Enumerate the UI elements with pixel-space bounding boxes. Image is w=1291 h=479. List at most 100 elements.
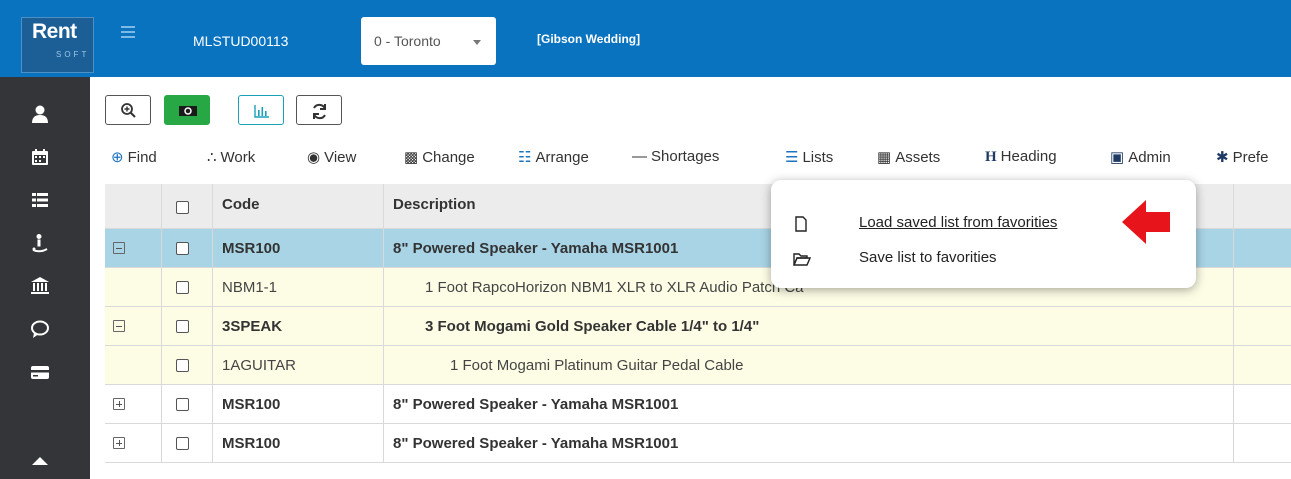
menu-shortages-label: Shortages	[651, 148, 720, 165]
row-description: 8" Powered Speaker - Yamaha MSR1001	[393, 396, 679, 413]
person-dolly-icon[interactable]	[30, 233, 50, 253]
chart-button[interactable]	[238, 95, 284, 125]
menu-admin-label: Admin	[1128, 149, 1171, 166]
list-icon: ☰	[785, 149, 799, 166]
col-divider	[383, 268, 384, 307]
col-divider	[1233, 385, 1234, 424]
collapse-toggle-icon[interactable]	[113, 242, 125, 254]
gear-icon: ✱	[1216, 149, 1229, 166]
menu-preferences[interactable]: ✱ Prefe	[1216, 148, 1268, 166]
col-divider	[212, 385, 213, 424]
col-divider	[383, 184, 384, 229]
table-row[interactable]: 1AGUITAR 1 Foot Mogami Platinum Guitar P…	[105, 346, 1291, 385]
menu-view[interactable]: ◉ View	[307, 148, 356, 166]
row-description: 1 Foot Mogami Platinum Guitar Pedal Cabl…	[450, 357, 744, 374]
job-name[interactable]: [Gibson Wedding]	[537, 32, 640, 46]
row-code: NBM1-1	[222, 279, 278, 296]
row-code: 1AGUITAR	[222, 357, 296, 374]
menu-view-label: View	[324, 149, 357, 166]
col-divider	[1233, 424, 1234, 463]
menu-assets[interactable]: ▦ Assets	[877, 148, 940, 166]
minus-icon: —	[632, 148, 647, 165]
row-checkbox[interactable]	[176, 359, 189, 372]
money-icon	[179, 106, 197, 116]
lock-icon: ▣	[1110, 149, 1125, 166]
row-checkbox[interactable]	[176, 281, 189, 294]
save-list-item[interactable]: Save list to favorities	[771, 245, 1196, 275]
eye-icon: ◉	[307, 149, 321, 166]
col-divider	[1233, 307, 1234, 346]
menu-work[interactable]: ∴ Work	[207, 148, 255, 166]
col-divider	[383, 424, 384, 463]
col-divider	[212, 307, 213, 346]
col-divider	[1233, 268, 1234, 307]
col-divider	[212, 268, 213, 307]
row-description: 3 Foot Mogami Gold Speaker Cable 1/4" to…	[425, 318, 760, 335]
spinner-icon: ∴	[207, 149, 217, 166]
refresh-button[interactable]	[296, 95, 342, 125]
job-code[interactable]: MLSTUD00113	[193, 33, 288, 49]
file-icon	[795, 216, 807, 232]
row-checkbox[interactable]	[176, 242, 189, 255]
menu-find[interactable]: ⊕ Find	[111, 148, 157, 166]
table-row[interactable]: MSR100 8" Powered Speaker - Yamaha MSR10…	[105, 424, 1291, 463]
table-row[interactable]: MSR100 8" Powered Speaker - Yamaha MSR10…	[105, 385, 1291, 424]
expand-toggle-icon[interactable]	[113, 398, 125, 410]
calendar-icon[interactable]	[30, 147, 50, 167]
expand-toggle-icon[interactable]	[113, 437, 125, 449]
col-divider	[161, 229, 162, 268]
menu-find-label: Find	[127, 149, 157, 166]
row-checkbox[interactable]	[176, 437, 189, 450]
menu-arrange[interactable]: ☷ Arrange	[518, 148, 589, 166]
description-header[interactable]: Description	[393, 184, 476, 226]
menu-arrange-label: Arrange	[535, 149, 589, 166]
chart-icon	[254, 105, 269, 118]
zoom-in-button[interactable]	[105, 95, 151, 125]
load-saved-list-label: Load saved list from favorities	[859, 214, 1058, 231]
collapse-toggle-icon[interactable]	[113, 320, 125, 332]
menu-work-label: Work	[220, 149, 256, 166]
menu-change[interactable]: ▩ Change	[404, 148, 475, 166]
select-all-checkbox[interactable]	[176, 201, 189, 214]
row-checkbox[interactable]	[176, 398, 189, 411]
bank-icon[interactable]	[30, 276, 50, 296]
search-plus-icon: ⊕	[111, 149, 124, 166]
col-divider	[383, 385, 384, 424]
save-list-label: Save list to favorities	[859, 249, 997, 266]
app-logo[interactable]: Rent SOFT	[21, 17, 94, 73]
code-header[interactable]: Code	[222, 184, 260, 226]
hamburger-menu-icon[interactable]	[121, 26, 135, 40]
tag-icon[interactable]	[30, 455, 50, 465]
menu-preferences-label: Prefe	[1232, 149, 1269, 166]
chat-icon[interactable]	[30, 319, 50, 339]
table-row[interactable]: 3SPEAK 3 Foot Mogami Gold Speaker Cable …	[105, 307, 1291, 346]
logo-text: Rent	[32, 20, 77, 43]
menu-heading-label: Heading	[1000, 148, 1057, 165]
row-checkbox[interactable]	[176, 320, 189, 333]
menu-change-label: Change	[422, 149, 475, 166]
sidebar	[0, 77, 90, 479]
col-divider	[161, 307, 162, 346]
sitemap-icon: ☷	[518, 149, 532, 166]
menu-lists[interactable]: ☰ Lists	[785, 148, 833, 166]
location-select[interactable]: 0 - Toronto	[361, 17, 496, 65]
row-description: 1 Foot RapcoHorizon NBM1 XLR to XLR Audi…	[425, 279, 804, 296]
folder-open-icon	[793, 253, 811, 266]
menu-heading[interactable]: H Heading	[985, 148, 1057, 166]
location-value: 0 - Toronto	[374, 33, 441, 49]
col-divider	[212, 424, 213, 463]
card-icon[interactable]	[30, 362, 50, 382]
col-divider	[161, 184, 162, 229]
col-divider	[161, 268, 162, 307]
menu-shortages[interactable]: — Shortages	[632, 148, 719, 165]
col-divider	[383, 346, 384, 385]
caret-down-icon	[473, 40, 481, 45]
menu-admin[interactable]: ▣ Admin	[1110, 148, 1171, 166]
col-divider	[161, 346, 162, 385]
list-icon[interactable]	[30, 190, 50, 210]
col-divider	[1233, 184, 1234, 229]
money-button[interactable]	[164, 95, 210, 125]
user-icon[interactable]	[30, 104, 50, 124]
menu-lists-label: Lists	[802, 149, 834, 166]
edit-icon: ▩	[404, 149, 419, 166]
